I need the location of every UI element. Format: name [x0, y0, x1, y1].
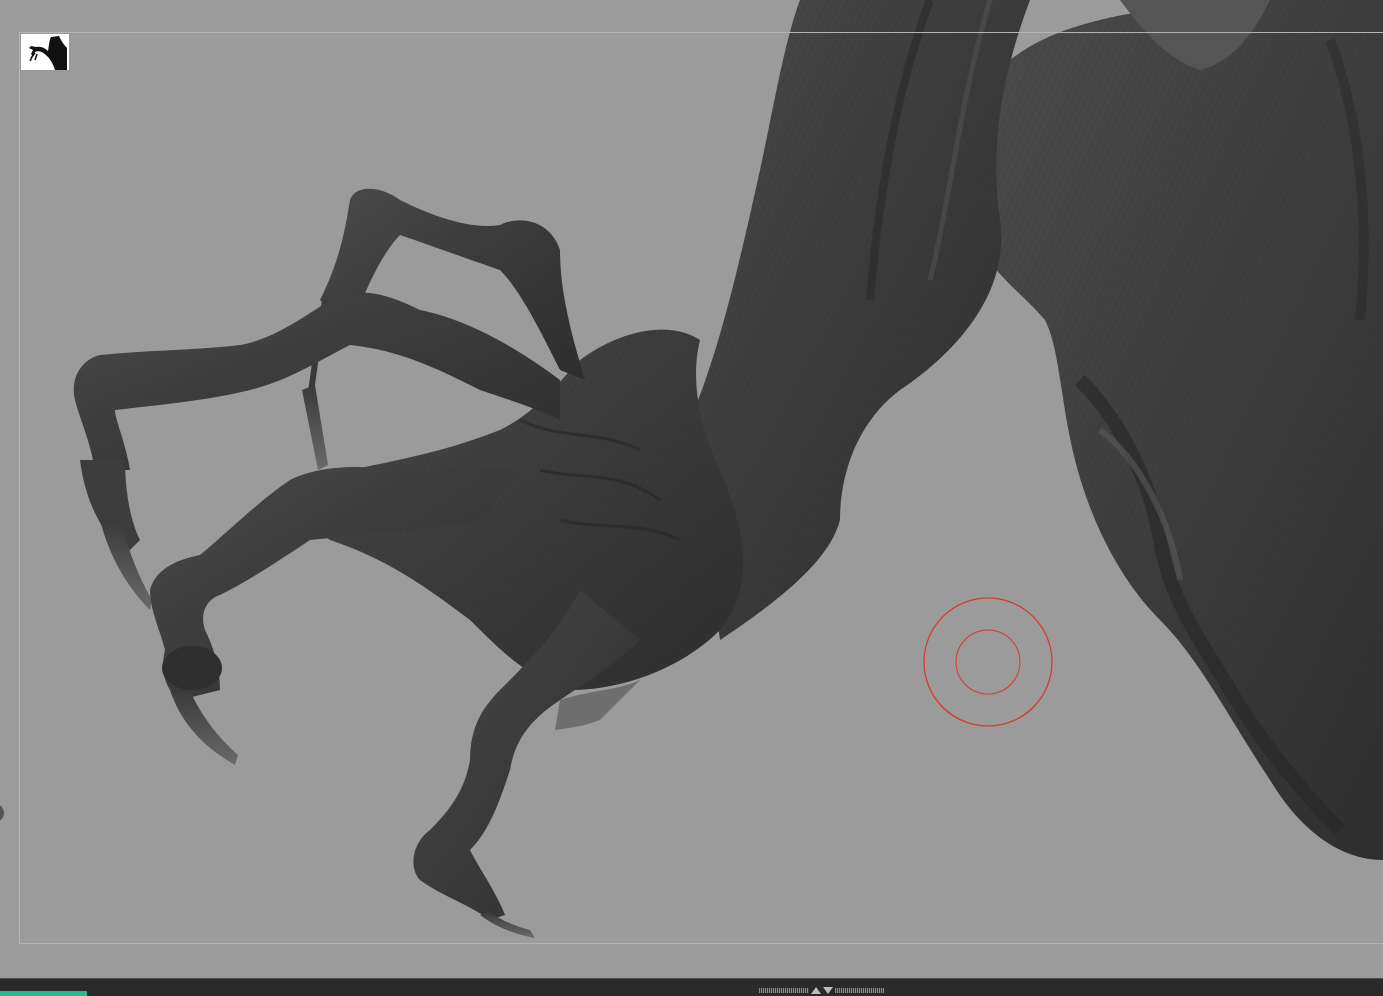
arrow-down-icon	[823, 986, 833, 994]
tray-toggle-button[interactable]	[757, 986, 887, 994]
sculpt-model	[73, 0, 1383, 938]
progress-bar	[0, 991, 87, 996]
bottom-tray	[0, 978, 1383, 996]
finger-middle	[150, 467, 520, 765]
arrow-up-icon	[811, 986, 821, 994]
creature-head	[971, 0, 1383, 860]
creature-silhouette-icon	[29, 36, 67, 70]
canvas-viewport[interactable]	[0, 0, 1383, 978]
grip-left	[759, 987, 809, 993]
document-thumbnail[interactable]	[21, 34, 69, 70]
grip-right	[835, 987, 885, 993]
brush-cursor-icon	[923, 597, 1053, 727]
